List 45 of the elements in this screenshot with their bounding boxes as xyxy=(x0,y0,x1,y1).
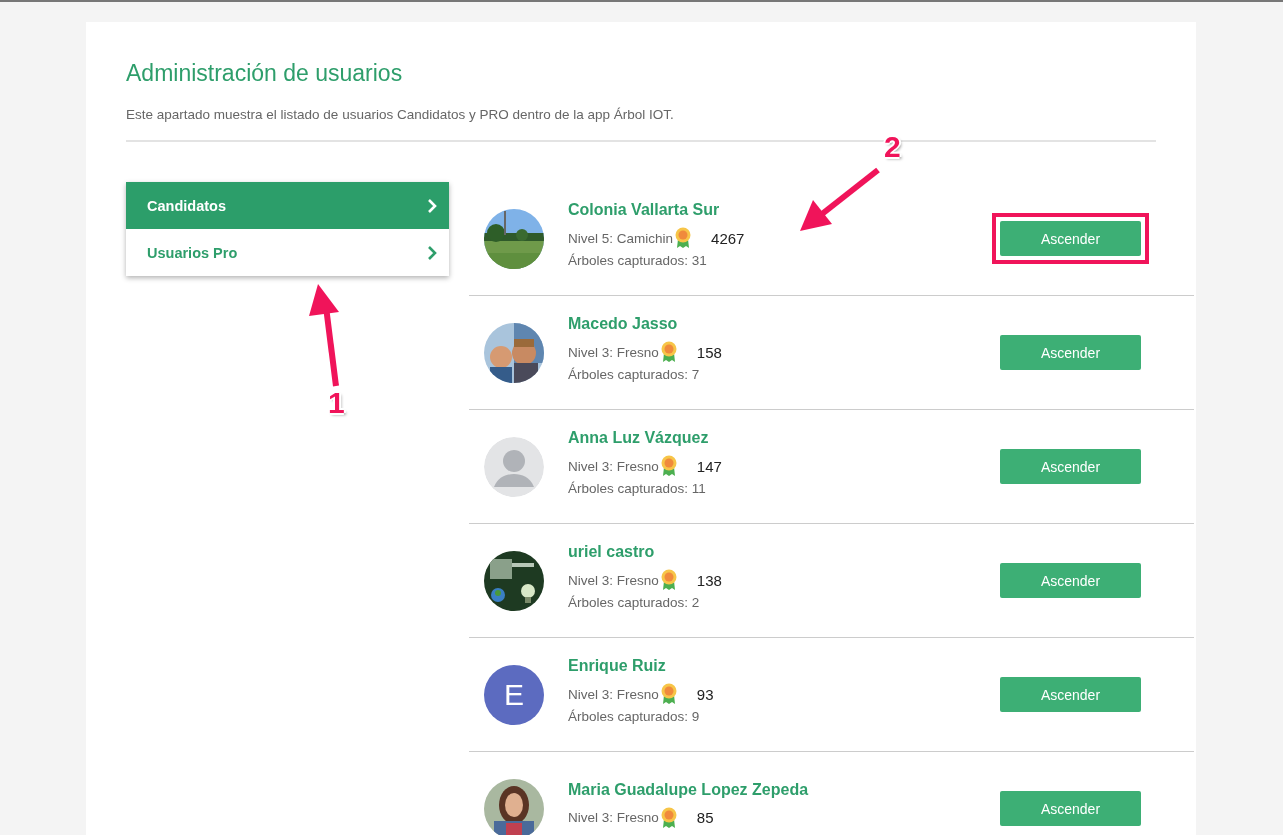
user-level: Nivel 3: Fresno xyxy=(568,458,659,474)
user-level: Nivel 3: Fresno xyxy=(568,572,659,588)
medal-icon xyxy=(660,806,677,829)
promote-button[interactable]: Ascender xyxy=(1000,677,1141,712)
user-level: Nivel 3: Fresno xyxy=(568,810,659,825)
user-name: Enrique Ruiz xyxy=(568,657,667,675)
user-points: 85 xyxy=(696,809,714,826)
medal-icon xyxy=(675,227,692,249)
medal-icon xyxy=(660,569,677,591)
user-name: Anna Luz Vázquez xyxy=(568,429,710,447)
chevron-icon xyxy=(427,198,437,213)
promote-button[interactable]: Ascender xyxy=(1000,791,1141,826)
promote-button[interactable]: Ascender xyxy=(1000,449,1141,484)
medal-icon xyxy=(660,455,677,477)
user-points: 158 xyxy=(696,343,722,361)
page-description: Este apartado muestra el listado de usuarios Candidatos y PRO dentro de la app Árbol IOT. xyxy=(126,107,675,122)
promote-button[interactable]: Ascender xyxy=(1000,563,1141,598)
user-name: Maria Guadalupe Lopez Zepeda xyxy=(568,780,810,799)
sidebar-item[interactable]: Usuarios Pro xyxy=(126,229,449,276)
sidebar-item[interactable]: Candidatos xyxy=(126,182,449,229)
annotation-number: 1 xyxy=(328,386,345,420)
trees-captured: Árboles capturados: 11 xyxy=(568,481,707,496)
user-name: Colonia Vallarta Sur xyxy=(568,201,721,219)
user-name: Macedo Jasso xyxy=(568,315,679,333)
user-level: Nivel 3: Fresno xyxy=(568,344,659,360)
user-points: 147 xyxy=(696,457,722,475)
medal-icon xyxy=(660,683,677,705)
user-points: 138 xyxy=(696,571,722,589)
trees-captured: Árboles capturados: 2 xyxy=(568,595,701,610)
promote-button[interactable]: Ascender xyxy=(1000,335,1141,370)
chevron-icon xyxy=(427,245,437,260)
trees-captured: Árboles capturados: 7 xyxy=(568,367,701,382)
user-points: 93 xyxy=(696,685,714,703)
user-name: uriel castro xyxy=(568,543,656,561)
trees-captured: Árboles capturados: 9 xyxy=(568,709,701,724)
annotation-number: 2 xyxy=(884,130,901,164)
user-points: 4267 xyxy=(711,229,745,247)
user-placeholder-icon xyxy=(484,436,544,497)
promote-button[interactable]: Ascender xyxy=(1000,221,1141,256)
trees-captured: Árboles capturados: 31 xyxy=(568,253,708,268)
user-level: Nivel 5: Camichin xyxy=(568,230,674,246)
user-level: Nivel 3: Fresno xyxy=(568,686,659,702)
page-title: Administración de usuarios xyxy=(126,60,404,87)
medal-icon xyxy=(660,341,677,363)
avatar-letter: E xyxy=(484,664,544,725)
